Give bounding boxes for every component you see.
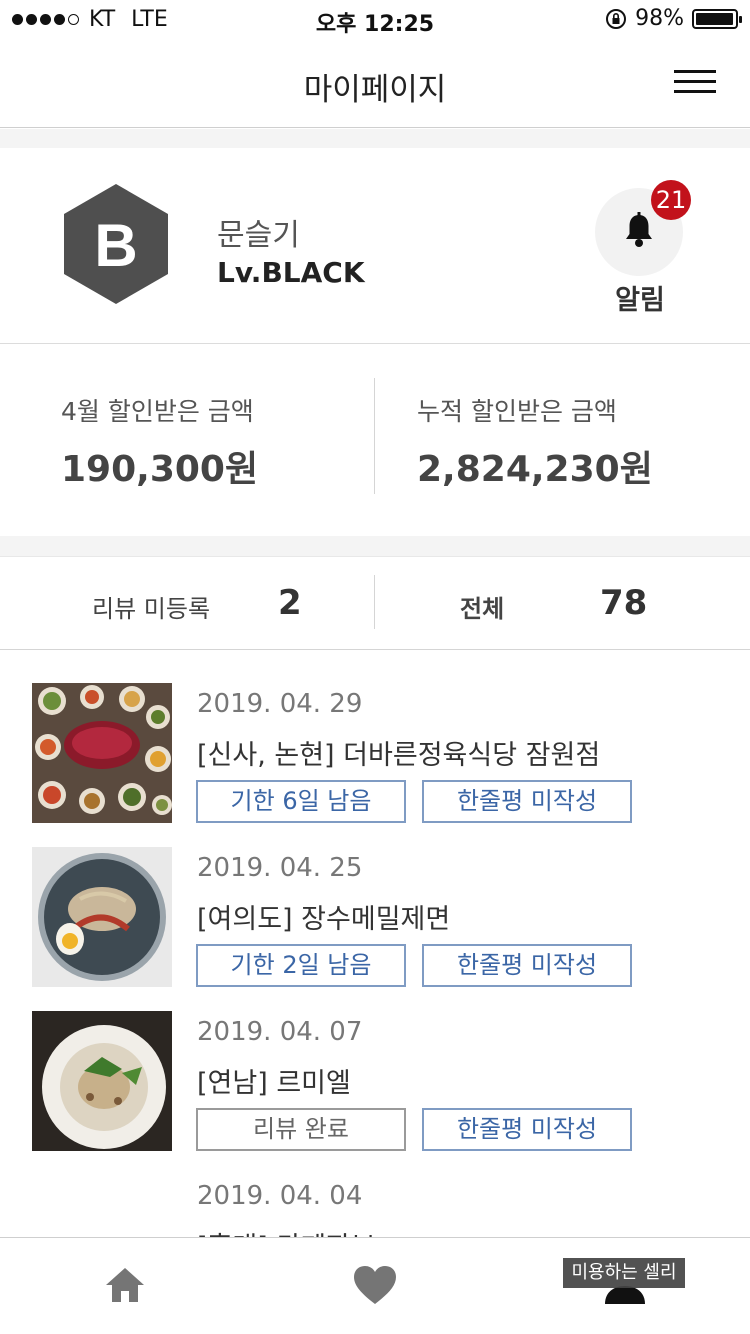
visit-list: 2019. 04. 29 [신사, 논현] 더바른정육식당 잠원점 기한 6일 …	[0, 651, 750, 1237]
food-thumbnail[interactable]	[32, 847, 172, 987]
user-tooltip: 미용하는 셀리	[563, 1258, 685, 1288]
list-item: 2019. 04. 04 [홍대] 카페자브	[0, 1175, 750, 1237]
total-discount-label: 누적 할인받은 금액	[417, 397, 617, 426]
restaurant-name[interactable]: [신사, 논현] 더바른정육식당 잠원점	[197, 733, 600, 772]
tab-favorites[interactable]	[250, 1238, 500, 1334]
status-right: 98%	[605, 6, 742, 31]
section-gap	[0, 536, 750, 556]
month-discount-value: 190,300원	[61, 449, 259, 490]
visit-date: 2019. 04. 07	[197, 1017, 363, 1047]
tab-bar: 미용하는 셀리	[0, 1237, 750, 1334]
write-comment-button[interactable]: 한줄평 미작성	[422, 944, 632, 987]
visit-date: 2019. 04. 29	[197, 689, 363, 719]
page-header: 마이페이지	[0, 40, 750, 128]
deadline-button[interactable]: 기한 2일 남음	[196, 944, 406, 987]
food-thumbnail[interactable]	[32, 1011, 172, 1151]
discount-summary: 4월 할인받은 금액 190,300원 누적 할인받은 금액 2,824,230…	[0, 346, 750, 536]
restaurant-name[interactable]: [홍대] 카페자브	[197, 1225, 376, 1237]
user-level: Lv.BLACK	[217, 256, 365, 289]
unreviewed-count: 2	[278, 583, 302, 623]
orientation-lock-icon	[606, 8, 627, 29]
deadline-button[interactable]: 기한 6일 남음	[196, 780, 406, 823]
korean-bbq-image	[32, 683, 172, 823]
food-thumbnail[interactable]	[32, 683, 172, 823]
pasta-image	[32, 1011, 172, 1151]
cold-noodle-image	[32, 847, 172, 987]
month-discount-label: 4월 할인받은 금액	[61, 397, 254, 426]
status-bar: KT LTE 오후 12:25 98%	[0, 0, 750, 40]
level-letter: B	[94, 212, 137, 279]
restaurant-name[interactable]: [여의도] 장수메밀제면	[197, 897, 450, 936]
unreviewed-filter[interactable]: 리뷰 미등록 2	[0, 557, 374, 651]
notification-label: 알림	[615, 285, 665, 316]
tab-home[interactable]	[0, 1238, 250, 1334]
level-hexagon-icon: B	[64, 184, 168, 304]
restaurant-name[interactable]: [연남] 르미엘	[197, 1061, 351, 1100]
battery-percent: 98%	[635, 6, 684, 31]
write-comment-button[interactable]: 한줄평 미작성	[422, 780, 632, 823]
user-name: 문슬기	[217, 218, 300, 253]
unreviewed-label: 리뷰 미등록	[92, 595, 211, 623]
list-item: 2019. 04. 25 [여의도] 장수메밀제면 기한 2일 남음 한줄평 미…	[0, 847, 750, 1011]
list-item: 2019. 04. 07 [연남] 르미엘 리뷰 완료 한줄평 미작성	[0, 1011, 750, 1175]
page-title: 마이페이지	[303, 72, 447, 108]
all-label: 전체	[460, 595, 505, 623]
discount-divider	[374, 378, 375, 494]
visit-date: 2019. 04. 04	[197, 1181, 363, 1211]
heart-icon	[354, 1266, 396, 1304]
battery-fill	[696, 12, 734, 25]
visit-date: 2019. 04. 25	[197, 853, 363, 883]
write-comment-button[interactable]: 한줄평 미작성	[422, 1108, 632, 1151]
notification-badge: 21	[651, 180, 691, 220]
menu-button[interactable]	[674, 70, 716, 94]
home-icon	[106, 1268, 144, 1302]
review-stats: 리뷰 미등록 2 전체 78	[0, 556, 750, 650]
section-gap	[0, 129, 750, 148]
all-filter[interactable]: 전체 78	[375, 557, 750, 651]
total-discount-value: 2,824,230원	[417, 449, 653, 490]
bell-icon	[626, 212, 652, 247]
profile-card: B 문슬기 Lv.BLACK 21 알림	[0, 148, 750, 344]
list-item: 2019. 04. 29 [신사, 논현] 더바른정육식당 잠원점 기한 6일 …	[0, 683, 750, 847]
battery-icon	[692, 8, 742, 29]
all-count: 78	[600, 583, 648, 623]
review-done-button[interactable]: 리뷰 완료	[196, 1108, 406, 1151]
